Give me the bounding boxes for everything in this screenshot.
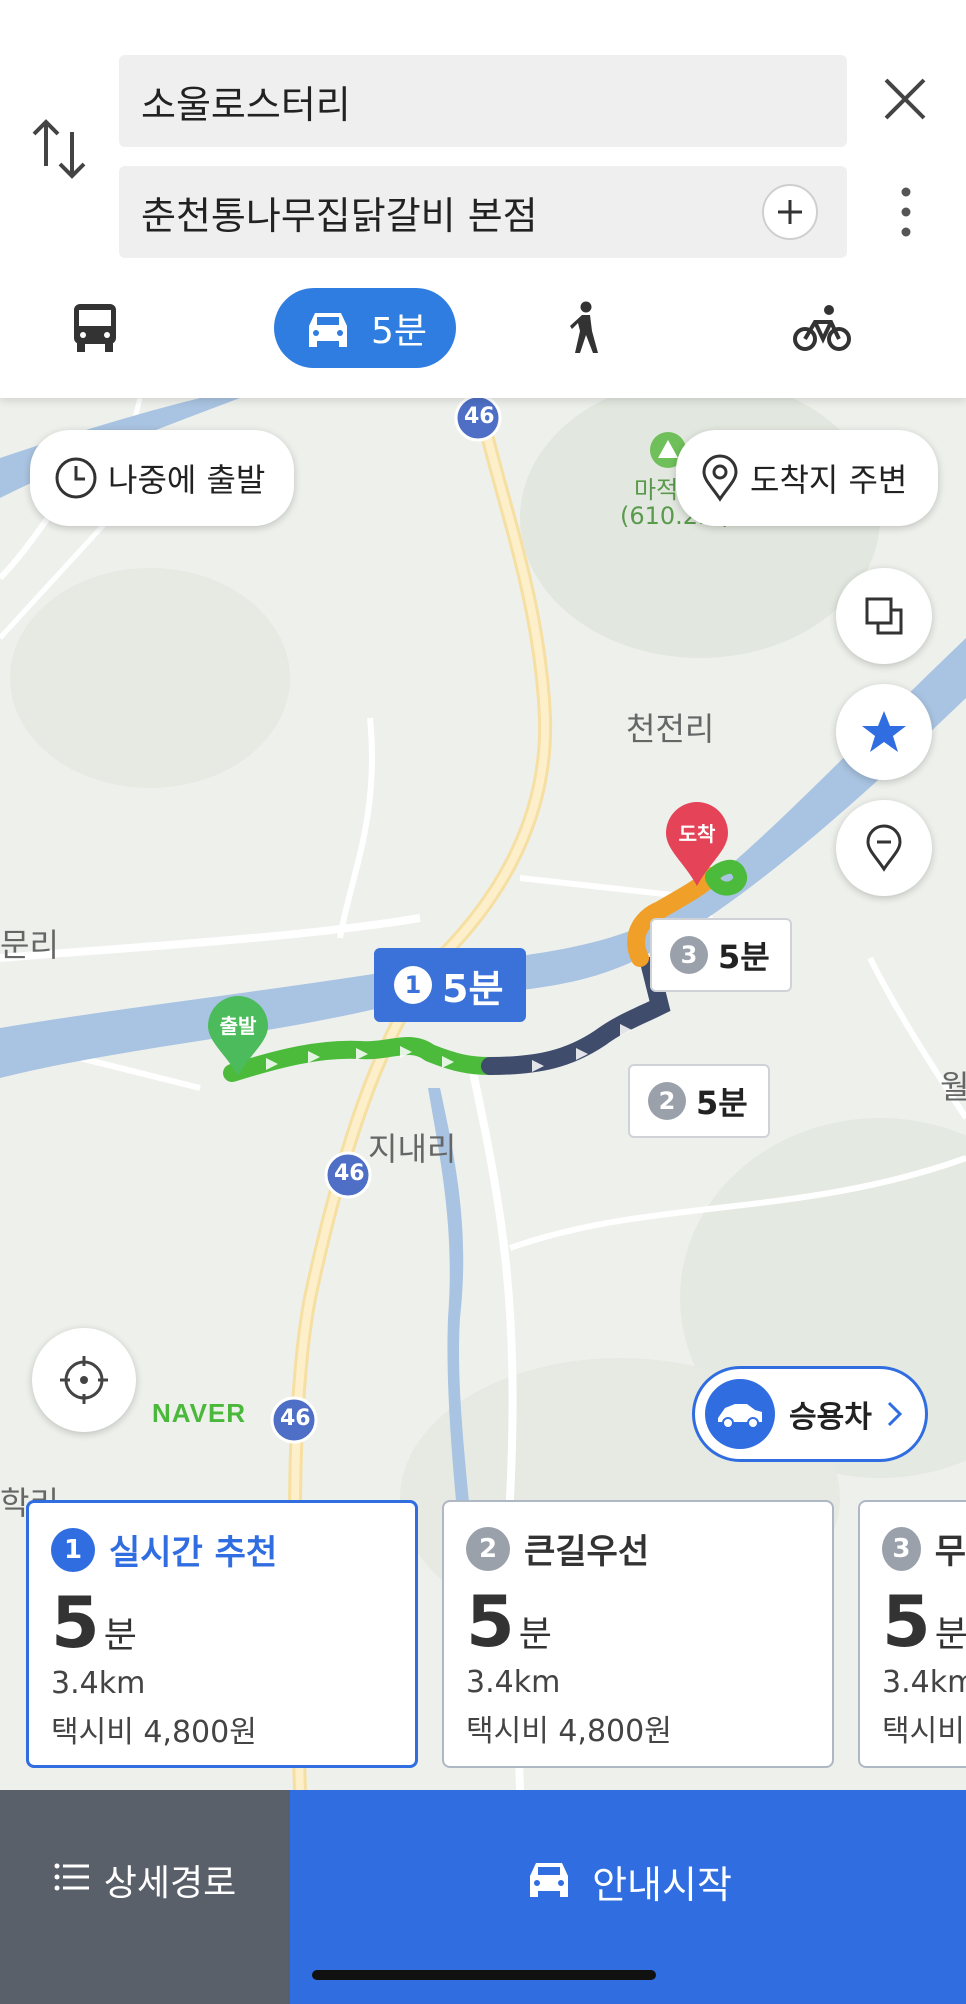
route-name: 실시간 추천 — [109, 1533, 278, 1573]
sedan-icon — [718, 1404, 762, 1429]
origin-field[interactable]: 소울로스터리 — [119, 55, 847, 147]
bicycle-mode-tab[interactable] — [790, 288, 854, 368]
route-3-callout-time: 5분 — [718, 938, 770, 976]
depart-later-label: 나중에 출발 — [108, 461, 266, 499]
place-label: 문리 — [0, 926, 59, 964]
route-1-callout[interactable]: 1 5분 — [374, 948, 526, 1022]
road-shield-label: 46 — [334, 1161, 365, 1186]
car-circle — [705, 1379, 775, 1449]
naver-logo: NAVER — [152, 1398, 247, 1428]
route-search-header: 소울로스터리 춘천통나무집닭갈비 본점 5분 — [0, 0, 966, 398]
place-label: 월 — [940, 1068, 966, 1106]
route-time-unit: 분 — [934, 1614, 966, 1655]
route-2-callout[interactable]: 2 5분 — [628, 1064, 770, 1138]
start-marker[interactable]: 출발 — [206, 994, 270, 1078]
favorite-button[interactable] — [836, 684, 932, 780]
route-number-badge: 2 — [648, 1082, 686, 1120]
route-taxi-fare: 택시비 — [882, 1714, 965, 1749]
route-distance: 3.4km — [882, 1665, 966, 1700]
bus-icon — [74, 304, 116, 352]
walking-icon — [570, 301, 598, 353]
transit-mode-tab[interactable] — [60, 288, 130, 368]
car-mode-tab[interactable]: 5분 — [274, 288, 456, 368]
route-distance: 3.4km — [466, 1665, 561, 1700]
route-number-badge: 1 — [51, 1527, 95, 1572]
route-time: 5 — [882, 1581, 931, 1663]
route-taxi-fare: 택시비 4,800원 — [466, 1714, 672, 1749]
location-pin-icon — [702, 454, 738, 502]
destination-field[interactable]: 춘천통나무집닭갈비 본점 — [119, 166, 847, 258]
end-marker-label: 도착 — [678, 822, 716, 846]
vehicle-type-button[interactable]: 승용차 — [692, 1366, 928, 1462]
route-name: 큰길우선 — [524, 1532, 650, 1572]
close-icon[interactable] — [880, 74, 930, 124]
route-distance: 3.4km — [51, 1666, 146, 1701]
place-label: 지내리 — [368, 1130, 457, 1168]
destination-text: 춘천통나무집닭갈비 본점 — [141, 193, 538, 238]
route-number-badge: 3 — [882, 1526, 921, 1571]
current-location-button[interactable] — [32, 1328, 136, 1432]
start-navigation-label: 안내시작 — [592, 1863, 732, 1907]
star-icon — [862, 711, 906, 752]
route-number-badge: 1 — [394, 966, 432, 1004]
layers-icon — [865, 597, 903, 635]
car-mode-time: 5분 — [370, 311, 428, 352]
mountain-label: 마적 — [634, 476, 679, 504]
map-layers-button[interactable] — [836, 568, 932, 664]
car-icon — [530, 1863, 569, 1897]
route-time-unit: 분 — [518, 1614, 552, 1655]
route-card-1[interactable]: 1 실시간 추천 5분 3.4km 택시비 4,800원 — [26, 1500, 418, 1768]
place-label: 천전리 — [626, 710, 715, 748]
depart-later-button[interactable]: 나중에 출발 — [30, 430, 294, 526]
route-taxi-fare: 택시비 4,800원 — [51, 1715, 257, 1750]
route-card-3[interactable]: 3 무 5분 3.4km 택시비 — [858, 1500, 966, 1768]
origin-text: 소울로스터리 — [141, 82, 351, 127]
route-time: 5 — [466, 1581, 515, 1663]
route-time-unit: 분 — [103, 1615, 137, 1656]
vehicle-type-label: 승용차 — [789, 1400, 872, 1435]
add-waypoint-button[interactable] — [762, 184, 818, 240]
route-detail-button[interactable]: 상세경로 — [0, 1790, 290, 2004]
route-2-callout-time: 5분 — [696, 1084, 748, 1122]
more-vertical-icon[interactable] — [892, 186, 920, 238]
route-3-callout[interactable]: 3 5분 — [650, 918, 792, 992]
end-marker[interactable]: 도착 — [664, 800, 730, 888]
plus-icon — [778, 200, 802, 224]
route-card-2[interactable]: 2 큰길우선 5분 3.4km 택시비 4,800원 — [442, 1500, 834, 1768]
route-number-badge: 3 — [670, 936, 708, 974]
walk-mode-tab[interactable] — [555, 288, 615, 368]
crosshair-icon — [60, 1356, 108, 1404]
route-number-badge: 2 — [466, 1526, 510, 1571]
route-time: 5 — [51, 1582, 100, 1664]
location-minus-icon — [866, 824, 902, 872]
start-marker-label: 출발 — [219, 1014, 257, 1038]
home-indicator — [312, 1970, 656, 1980]
destination-nearby-label: 도착지 주변 — [750, 461, 908, 499]
road-shield-label: 46 — [280, 1406, 311, 1431]
list-icon — [54, 1863, 89, 1891]
destination-nearby-button[interactable]: 도착지 주변 — [676, 430, 938, 526]
swap-icon[interactable] — [30, 118, 88, 180]
car-icon — [308, 313, 347, 347]
chevron-right-icon — [887, 1401, 902, 1427]
clock-icon — [55, 457, 97, 499]
route-name: 무 — [934, 1532, 966, 1572]
road-shield-label: 46 — [464, 404, 495, 429]
bicycle-icon — [793, 305, 851, 351]
place-search-button[interactable] — [836, 800, 932, 896]
route-detail-label: 상세경로 — [103, 1863, 237, 1904]
route-1-callout-time: 5분 — [442, 966, 504, 1011]
